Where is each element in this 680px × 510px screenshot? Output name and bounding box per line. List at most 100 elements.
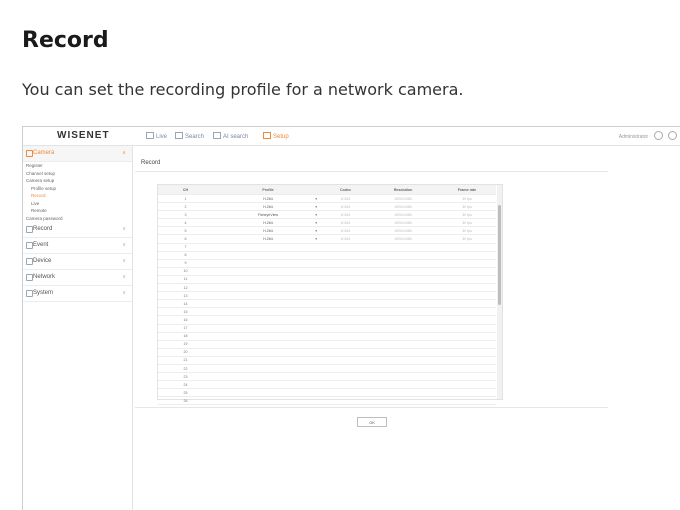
table-row: 8 — [158, 251, 496, 260]
network-icon — [26, 274, 33, 281]
table-row: 7 — [158, 243, 496, 252]
cell-ch: 26 — [158, 396, 213, 406]
column-header-profile: Profile — [213, 185, 323, 195]
sidebar-item-profile-setup[interactable]: Profile setup — [23, 185, 132, 193]
cell-profile — [213, 324, 323, 333]
cell-profile — [213, 315, 323, 325]
cell-profile[interactable]: H.264 ▾ — [213, 234, 323, 244]
cell-frame-rate — [438, 340, 496, 349]
cell-profile[interactable]: H.264 ▾ — [213, 226, 323, 236]
dropdown-arrow-icon[interactable]: ▾ — [315, 229, 317, 233]
cell-ch: 23 — [158, 372, 213, 382]
sidebar-item-register[interactable]: Register — [23, 162, 132, 170]
table-row: 18 — [158, 332, 496, 341]
logout-icon[interactable] — [653, 131, 663, 140]
cell-ch: 1 — [158, 194, 213, 204]
dropdown-arrow-icon[interactable]: ▾ — [315, 197, 317, 201]
cell-frame-rate — [438, 243, 496, 252]
cell-frame-rate — [438, 275, 496, 285]
nav-ai-search[interactable]: AI search — [213, 132, 248, 140]
cell-frame-rate: 30 fps — [438, 194, 496, 204]
sidebar-section-label: Record — [33, 226, 53, 232]
table-row: 2 H.264 ▾ H.264 1920x1080 30 fps — [158, 202, 496, 212]
sidebar-section-record[interactable]: Record ∨ — [23, 222, 132, 238]
dropdown-arrow-icon[interactable]: ▾ — [315, 237, 317, 241]
table-row: 20 — [158, 348, 496, 357]
cell-ch: 20 — [158, 348, 213, 357]
nav-setup[interactable]: Setup — [263, 132, 289, 140]
sidebar-section-camera[interactable]: Camera ∧ — [23, 146, 132, 162]
cell-frame-rate — [438, 315, 496, 325]
cell-codec — [323, 291, 368, 301]
cell-frame-rate — [438, 372, 496, 382]
cell-profile — [213, 259, 323, 268]
cell-profile — [213, 251, 323, 260]
cell-codec — [323, 364, 368, 374]
cell-codec — [323, 380, 368, 390]
help-icon[interactable] — [668, 131, 677, 140]
cell-resolution — [368, 372, 438, 382]
dropdown-arrow-icon[interactable]: ▾ — [315, 221, 317, 225]
table-row: 6 H.264 ▾ H.264 1920x1080 30 fps — [158, 234, 496, 244]
cell-resolution: 1920x1080 — [368, 210, 438, 220]
table-row: 13 — [158, 291, 496, 301]
sidebar-section-system[interactable]: System ∨ — [23, 286, 132, 302]
cell-ch: 24 — [158, 380, 213, 390]
cell-ch: 12 — [158, 283, 213, 293]
cell-codec — [323, 267, 368, 276]
profile-select-value: H.264 — [263, 237, 273, 242]
sidebar-item-camera-setup[interactable]: Camera setup — [23, 177, 132, 185]
cell-profile — [213, 291, 323, 301]
cell-codec — [323, 299, 368, 309]
cell-codec — [323, 251, 368, 260]
sidebar-section-event[interactable]: Event ∨ — [23, 238, 132, 254]
cell-ch: 11 — [158, 275, 213, 285]
cell-codec — [323, 324, 368, 333]
cell-resolution — [368, 275, 438, 285]
cell-codec: H.264 — [323, 202, 368, 212]
sidebar-item-record[interactable]: Record — [23, 192, 132, 200]
cell-profile — [213, 388, 323, 398]
user-name[interactable]: Administrator — [619, 134, 648, 140]
cell-frame-rate — [438, 307, 496, 317]
chevron-down-icon: ∨ — [122, 274, 126, 280]
sidebar-section-device[interactable]: Device ∨ — [23, 254, 132, 270]
sidebar-item-camera-password[interactable]: Camera password — [23, 215, 132, 223]
record-table: CH Profile Codec Resolution Frame rate 1… — [157, 184, 503, 406]
cell-ch: 10 — [158, 267, 213, 276]
cell-profile[interactable]: H.264 ▾ — [213, 202, 323, 212]
cell-ch: 15 — [158, 307, 213, 317]
cell-profile — [213, 275, 323, 285]
cell-profile — [213, 364, 323, 374]
search-icon — [175, 132, 183, 139]
cell-frame-rate — [438, 267, 496, 276]
nav-search-label: Search — [185, 134, 205, 140]
sidebar-item-remote[interactable]: Remote — [23, 207, 132, 215]
cell-profile[interactable]: H.264 ▾ — [213, 218, 323, 228]
nav-live[interactable]: Live — [146, 132, 167, 140]
sidebar-item-live[interactable]: Live — [23, 200, 132, 208]
scrollbar-thumb[interactable] — [498, 205, 501, 305]
sidebar-item-channel-setup[interactable]: Channel setup — [23, 170, 132, 178]
cell-ch: 16 — [158, 315, 213, 325]
sidebar-section-network[interactable]: Network ∨ — [23, 270, 132, 286]
nav-search[interactable]: Search — [175, 132, 204, 140]
table-row: 21 — [158, 356, 496, 365]
cell-frame-rate — [438, 364, 496, 374]
cell-codec: H.264 — [323, 194, 368, 204]
cell-resolution — [368, 348, 438, 357]
nav-setup-label: Setup — [273, 134, 289, 140]
dropdown-arrow-icon[interactable]: ▾ — [315, 205, 317, 209]
cell-profile — [213, 372, 323, 382]
table-scrollbar[interactable] — [497, 185, 502, 399]
cell-profile — [213, 243, 323, 252]
cell-profile — [213, 332, 323, 341]
cell-resolution — [368, 243, 438, 252]
cell-profile[interactable]: H.264 ▾ — [213, 194, 323, 204]
ok-button[interactable]: OK — [357, 417, 387, 427]
cell-frame-rate — [438, 388, 496, 398]
nav-ai-search-label: AI search — [223, 134, 249, 140]
dropdown-arrow-icon[interactable]: ▾ — [315, 213, 317, 217]
cell-profile[interactable]: FisheyeView ▾ — [213, 210, 323, 220]
document-title: Record — [22, 28, 109, 53]
